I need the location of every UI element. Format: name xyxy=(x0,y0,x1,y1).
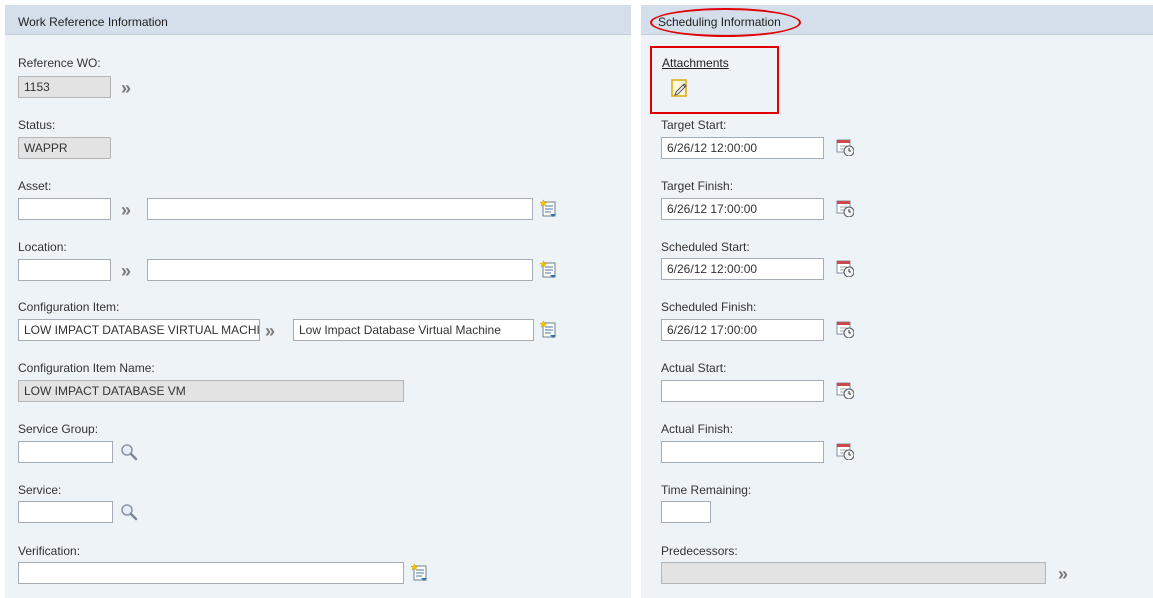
time-remaining-input[interactable] xyxy=(661,501,711,523)
asset-input[interactable] xyxy=(18,198,111,220)
service-search-icon[interactable] xyxy=(120,503,138,521)
config-item-name-label: Configuration Item Name: xyxy=(18,361,155,375)
status-field: WAPPR xyxy=(18,137,111,159)
scheduled-start-input[interactable]: 6/26/12 12:00:00 xyxy=(661,258,824,280)
service-group-search-icon[interactable] xyxy=(120,443,138,461)
location-input[interactable] xyxy=(18,259,111,281)
service-group-input[interactable] xyxy=(18,441,113,463)
attachments-link[interactable]: Attachments xyxy=(662,56,729,70)
asset-label: Asset: xyxy=(18,179,52,193)
scheduled-finish-input[interactable]: 6/26/12 17:00:00 xyxy=(661,319,824,341)
verification-detail-menu-icon[interactable] xyxy=(411,563,429,581)
predecessors-chevron-icon[interactable]: » xyxy=(1058,565,1068,583)
attachment-pencil-icon[interactable] xyxy=(670,78,690,98)
reference-wo-label: Reference WO: xyxy=(18,56,101,70)
time-remaining-label: Time Remaining: xyxy=(661,483,752,497)
service-group-label: Service Group: xyxy=(18,422,99,436)
actual-start-input[interactable] xyxy=(661,380,824,402)
asset-detail-menu-icon[interactable] xyxy=(540,199,558,217)
actual-finish-input[interactable] xyxy=(661,441,824,463)
verification-label: Verification: xyxy=(18,544,81,558)
config-item-chevron-icon[interactable]: » xyxy=(265,322,275,340)
target-start-label: Target Start: xyxy=(661,118,727,132)
location-chevron-icon[interactable]: » xyxy=(121,262,131,280)
config-item-label: Configuration Item: xyxy=(18,300,120,314)
location-detail-menu-icon[interactable] xyxy=(540,260,558,278)
target-finish-label: Target Finish: xyxy=(661,179,734,193)
section-title: Work Reference Information xyxy=(18,15,168,29)
service-label: Service: xyxy=(18,483,62,497)
scheduled-finish-label: Scheduled Finish: xyxy=(661,300,757,314)
target-finish-calendar-icon[interactable] xyxy=(836,199,854,217)
scheduled-finish-calendar-icon[interactable] xyxy=(836,320,854,338)
section-header: Work Reference Information xyxy=(5,5,631,35)
scheduled-start-calendar-icon[interactable] xyxy=(836,259,854,277)
predecessors-field xyxy=(661,562,1046,584)
service-input[interactable] xyxy=(18,501,113,523)
target-finish-input[interactable]: 6/26/12 17:00:00 xyxy=(661,198,824,220)
config-item-input[interactable]: LOW IMPACT DATABASE VIRTUAL MACHINE xyxy=(18,319,260,341)
section-header: Scheduling Information xyxy=(641,5,1153,35)
predecessors-label: Predecessors: xyxy=(661,544,738,558)
actual-finish-label: Actual Finish: xyxy=(661,422,734,436)
actual-start-calendar-icon[interactable] xyxy=(836,381,854,399)
reference-wo-field[interactable]: 1153 xyxy=(18,76,111,98)
target-start-calendar-icon[interactable] xyxy=(836,138,854,156)
asset-description-input[interactable] xyxy=(147,198,533,220)
section-title: Scheduling Information xyxy=(658,15,781,29)
location-label: Location: xyxy=(18,240,67,254)
location-description-input[interactable] xyxy=(147,259,533,281)
actual-finish-calendar-icon[interactable] xyxy=(836,442,854,460)
asset-chevron-icon[interactable]: » xyxy=(121,201,131,219)
reference-wo-chevron-icon[interactable]: » xyxy=(121,79,131,97)
verification-input[interactable] xyxy=(18,562,404,584)
status-label: Status: xyxy=(18,118,56,132)
actual-start-label: Actual Start: xyxy=(661,361,727,375)
config-item-description-input[interactable]: Low Impact Database Virtual Machine xyxy=(293,319,534,341)
scheduled-start-label: Scheduled Start: xyxy=(661,240,750,254)
target-start-input[interactable]: 6/26/12 12:00:00 xyxy=(661,137,824,159)
config-item-name-field: LOW IMPACT DATABASE VM xyxy=(18,380,404,402)
config-item-detail-menu-icon[interactable] xyxy=(540,320,558,338)
